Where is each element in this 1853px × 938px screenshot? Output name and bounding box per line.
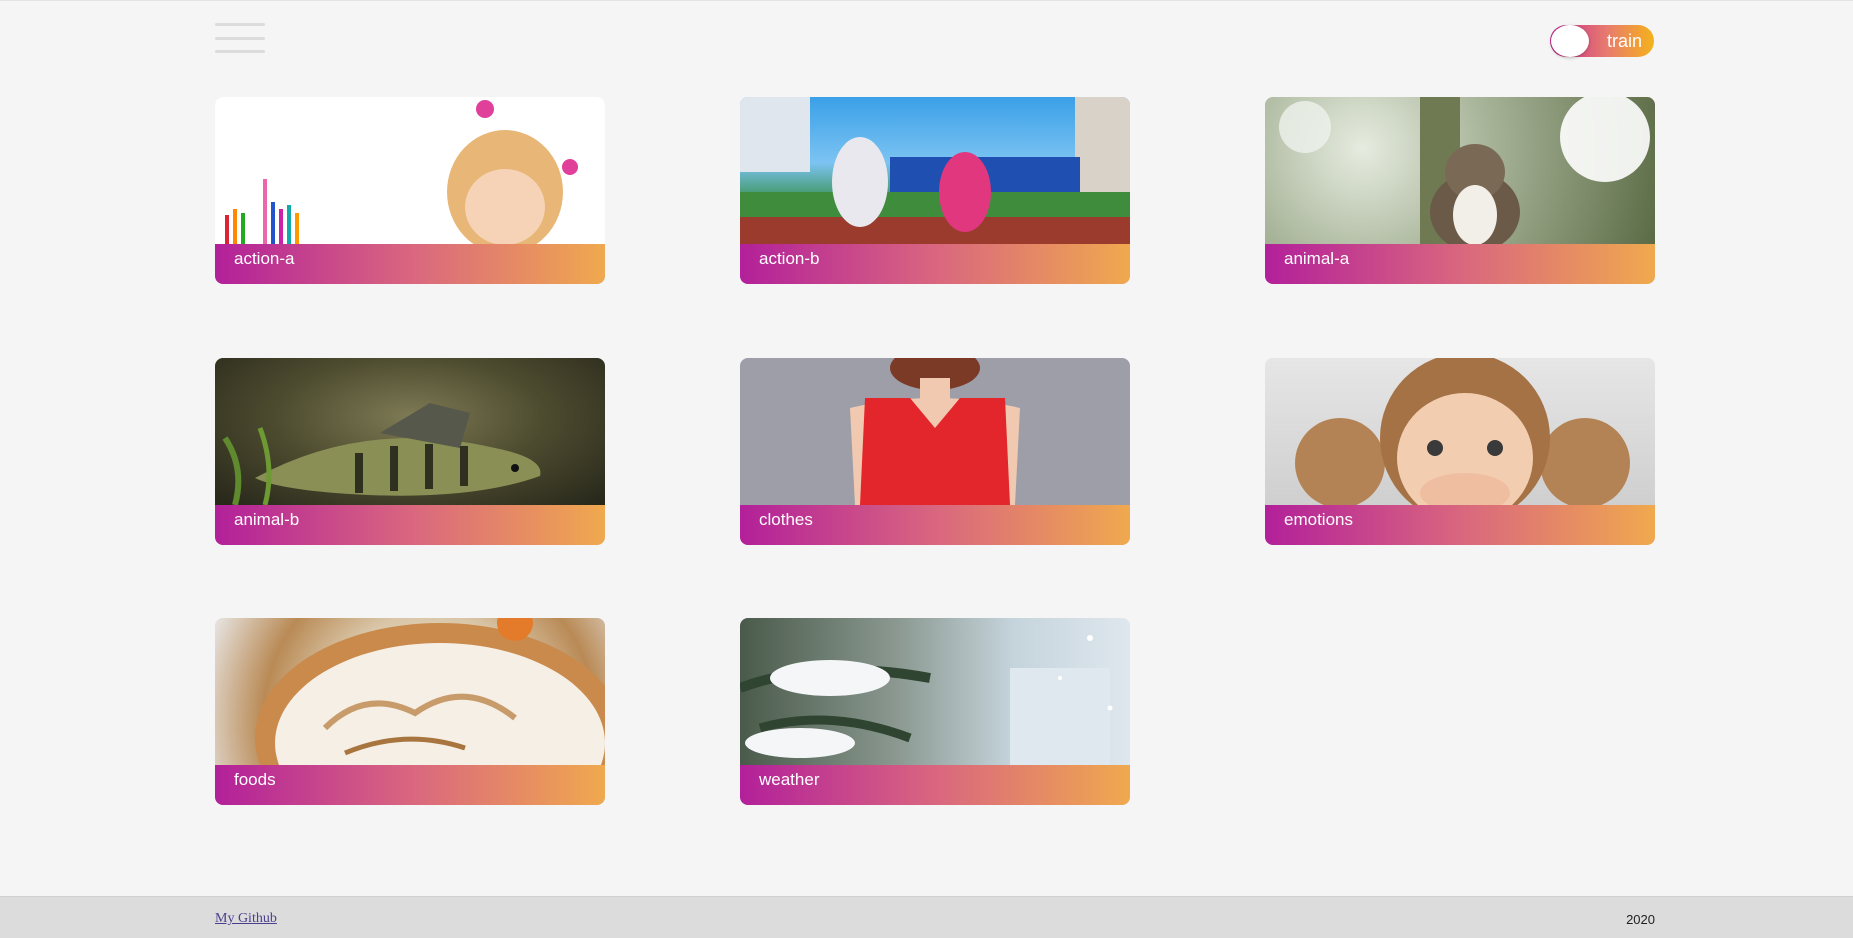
footer: My Github 2020: [0, 896, 1853, 938]
github-link[interactable]: My Github: [215, 911, 277, 927]
toggle-knob: [1551, 25, 1589, 57]
card-action-b[interactable]: action-b: [740, 97, 1130, 284]
card-caption: animal-a: [1284, 249, 1350, 268]
animal-b-image: [215, 358, 605, 505]
card-caption-bar: foods: [215, 765, 605, 805]
card-caption-bar: emotions: [1265, 505, 1655, 545]
card-caption: emotions: [1284, 510, 1353, 529]
card-caption-bar: action-b: [740, 244, 1130, 284]
train-toggle[interactable]: train: [1550, 25, 1654, 57]
card-clothes[interactable]: clothes: [740, 358, 1130, 545]
card-weather[interactable]: weather: [740, 618, 1130, 805]
category-grid: action-a action-b animal-a animal-b clot…: [215, 97, 1655, 805]
emotions-image: [1265, 358, 1655, 505]
card-caption-bar: animal-b: [215, 505, 605, 545]
clothes-image: [740, 358, 1130, 505]
card-action-a[interactable]: action-a: [215, 97, 605, 284]
card-caption: foods: [234, 770, 276, 789]
card-animal-a[interactable]: animal-a: [1265, 97, 1655, 284]
footer-year: 2020: [1626, 912, 1655, 927]
card-caption: action-b: [759, 249, 820, 268]
card-caption-bar: weather: [740, 765, 1130, 805]
action-a-image: [215, 97, 605, 244]
card-caption-bar: action-a: [215, 244, 605, 284]
card-foods[interactable]: foods: [215, 618, 605, 805]
toggle-label: train: [1606, 31, 1642, 51]
card-emotions[interactable]: emotions: [1265, 358, 1655, 545]
animal-a-image: [1265, 97, 1655, 244]
foods-image: [215, 618, 605, 765]
card-caption-bar: animal-a: [1265, 244, 1655, 284]
card-caption: weather: [759, 770, 820, 789]
hamburger-icon: [215, 23, 265, 26]
card-caption: animal-b: [234, 510, 300, 529]
action-b-image: [740, 97, 1130, 244]
card-caption-bar: clothes: [740, 505, 1130, 545]
card-caption: clothes: [759, 510, 813, 529]
menu-button[interactable]: [215, 23, 265, 53]
card-caption: action-a: [234, 249, 295, 268]
weather-image: [740, 618, 1130, 765]
card-animal-b[interactable]: animal-b: [215, 358, 605, 545]
